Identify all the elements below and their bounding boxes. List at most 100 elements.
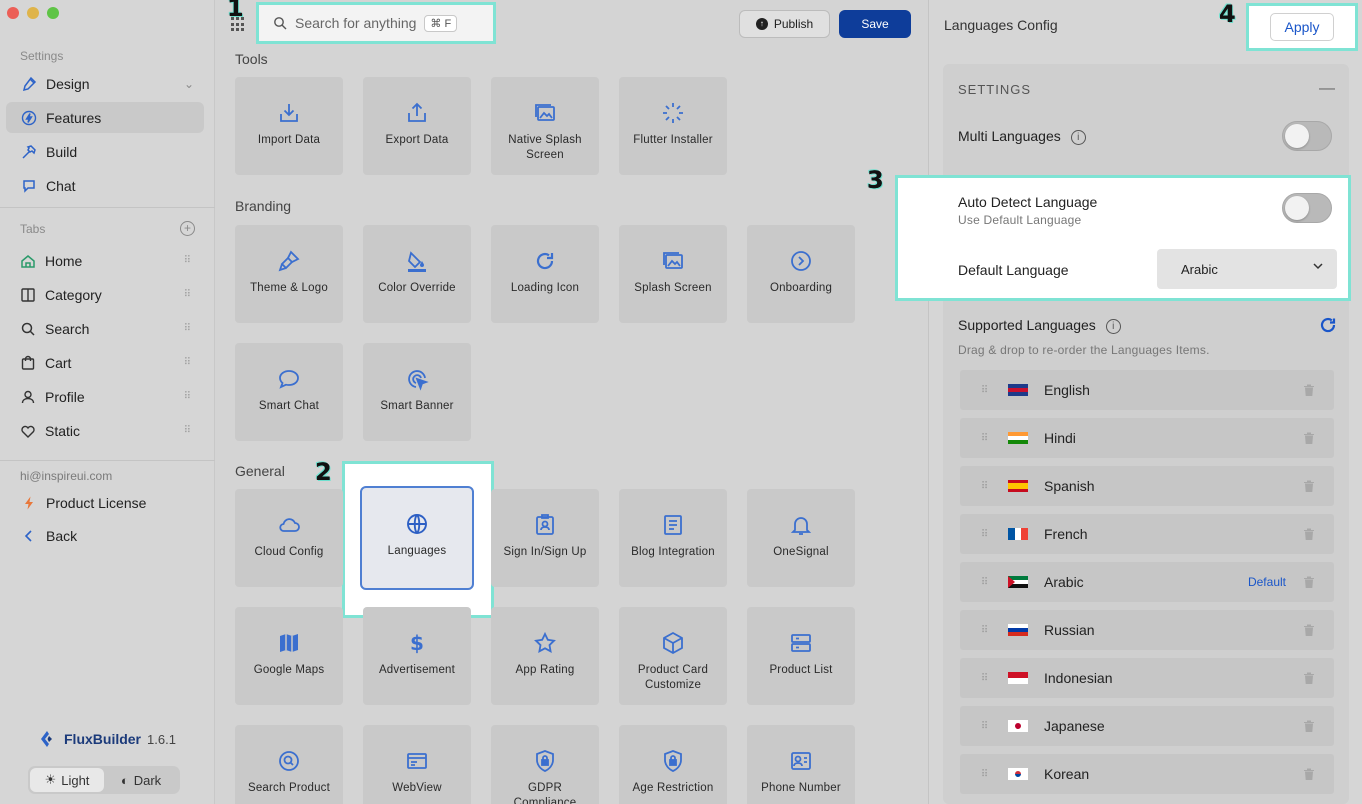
trash-icon[interactable] bbox=[1302, 575, 1316, 589]
tile-app-rating[interactable]: App Rating bbox=[491, 607, 599, 705]
drag-handle-icon[interactable]: ⠿ bbox=[960, 673, 1008, 684]
info-icon[interactable]: i bbox=[1105, 318, 1121, 334]
language-row-arabic[interactable]: ⠿ Arabic Default bbox=[960, 562, 1334, 602]
theme-light-button[interactable]: ☀ Light bbox=[30, 768, 104, 792]
language-row-french[interactable]: ⠿ French bbox=[960, 514, 1334, 554]
trash-icon[interactable] bbox=[1302, 671, 1316, 685]
drag-handle-icon[interactable]: ⠿ bbox=[960, 385, 1008, 396]
collapse-button[interactable]: — bbox=[1319, 80, 1335, 98]
minimize-window-button[interactable] bbox=[27, 7, 39, 19]
tile-loading-icon[interactable]: Loading Icon bbox=[491, 225, 599, 323]
tile-smart-chat[interactable]: Smart Chat bbox=[235, 343, 343, 441]
tile-advertisement[interactable]: $ Advertisement bbox=[363, 607, 471, 705]
tile-google-maps[interactable]: Google Maps bbox=[235, 607, 343, 705]
trash-icon[interactable] bbox=[1302, 383, 1316, 397]
drag-handle-icon[interactable]: ⠿ bbox=[184, 323, 191, 334]
publish-button[interactable]: ↑ Publish bbox=[739, 10, 830, 38]
tile-blog-integration[interactable]: Blog Integration bbox=[619, 489, 727, 587]
auto-detect-label: Auto Detect Language bbox=[958, 194, 1098, 210]
arabic-flag-icon bbox=[1008, 576, 1028, 588]
tile-gdpr-compliance[interactable]: GDPR Compliance bbox=[491, 725, 599, 804]
language-row-russian[interactable]: ⠿ Russian bbox=[960, 610, 1334, 650]
tab-item-static[interactable]: Static ⠿ bbox=[6, 415, 204, 446]
language-row-english[interactable]: ⠿ English bbox=[960, 370, 1334, 410]
refresh-icon[interactable] bbox=[1319, 316, 1337, 334]
chevron-down-icon bbox=[1313, 263, 1323, 270]
sidebar-item-design[interactable]: Design ⌄ bbox=[6, 68, 204, 99]
tile-sign-in-sign-up[interactable]: Sign In/Sign Up bbox=[491, 489, 599, 587]
tab-item-profile[interactable]: Profile ⠿ bbox=[6, 381, 204, 412]
default-language-select[interactable]: Arabic bbox=[1157, 249, 1337, 289]
theme-dark-label: Dark bbox=[133, 772, 162, 788]
tile-languages[interactable]: Languages bbox=[360, 486, 474, 590]
auto-detect-toggle[interactable] bbox=[1282, 193, 1332, 223]
tile-theme-logo[interactable]: Theme & Logo bbox=[235, 225, 343, 323]
trash-icon[interactable] bbox=[1302, 767, 1316, 781]
tile-age-restriction[interactable]: Age Restriction bbox=[619, 725, 727, 804]
tile-phone-number[interactable]: Phone Number bbox=[747, 725, 855, 804]
multi-languages-toggle[interactable] bbox=[1282, 121, 1332, 151]
tab-item-search[interactable]: Search ⠿ bbox=[6, 313, 204, 344]
language-row-japanese[interactable]: ⠿ Japanese bbox=[960, 706, 1334, 746]
product-license-link[interactable]: Product License bbox=[6, 487, 204, 518]
drag-handle-icon[interactable]: ⠿ bbox=[184, 255, 191, 266]
add-tab-button[interactable]: + bbox=[180, 221, 195, 236]
drag-handle-icon[interactable]: ⠿ bbox=[960, 577, 1008, 588]
tab-item-home[interactable]: Home ⠿ bbox=[6, 245, 204, 276]
tile-webview[interactable]: WebView bbox=[363, 725, 471, 804]
tile-native-splash-screen[interactable]: Native Splash Screen bbox=[491, 77, 599, 175]
language-row-indonesian[interactable]: ⠿ Indonesian bbox=[960, 658, 1334, 698]
drag-handle-icon[interactable]: ⠿ bbox=[960, 433, 1008, 444]
sidebar-item-label: Features bbox=[46, 109, 102, 126]
drag-handle-icon[interactable]: ⠿ bbox=[184, 391, 191, 402]
server-list-icon bbox=[789, 631, 813, 655]
zoom-window-button[interactable] bbox=[47, 7, 59, 19]
sidebar-item-features[interactable]: Features bbox=[6, 102, 204, 133]
tile-label: GDPR Compliance bbox=[513, 782, 577, 804]
tab-item-cart[interactable]: Cart ⠿ bbox=[6, 347, 204, 378]
tile-label: Splash Screen bbox=[634, 282, 712, 294]
apply-button[interactable]: Apply bbox=[1270, 13, 1334, 41]
trash-icon[interactable] bbox=[1302, 527, 1316, 541]
trash-icon[interactable] bbox=[1302, 719, 1316, 733]
tile-label: Import Data bbox=[257, 134, 321, 146]
language-row-spanish[interactable]: ⠿ Spanish bbox=[960, 466, 1334, 506]
close-window-button[interactable] bbox=[7, 7, 19, 19]
theme-dark-button[interactable]: ◐ Dark bbox=[104, 768, 178, 792]
info-icon[interactable]: i bbox=[1070, 129, 1086, 145]
tile-label: Onboarding bbox=[769, 282, 833, 294]
drag-handle-icon[interactable]: ⠿ bbox=[960, 625, 1008, 636]
tile-cloud-config[interactable]: Cloud Config bbox=[235, 489, 343, 587]
sidebar-item-build[interactable]: Build bbox=[6, 136, 204, 167]
language-row-korean[interactable]: ⠿ Korean bbox=[960, 754, 1334, 794]
tile-search-product[interactable]: Search Product bbox=[235, 725, 343, 804]
tile-export-data[interactable]: Export Data bbox=[363, 77, 471, 175]
tile-onesignal[interactable]: OneSignal bbox=[747, 489, 855, 587]
search-input[interactable]: Search for anything ⌘ F bbox=[256, 2, 496, 44]
trash-icon[interactable] bbox=[1302, 431, 1316, 445]
tile-onboarding[interactable]: Onboarding bbox=[747, 225, 855, 323]
tile-product-list[interactable]: Product List bbox=[747, 607, 855, 705]
drag-handle-icon[interactable]: ⠿ bbox=[184, 357, 191, 368]
tab-item-category[interactable]: Category ⠿ bbox=[6, 279, 204, 310]
tile-color-override[interactable]: Color Override bbox=[363, 225, 471, 323]
language-row-hindi[interactable]: ⠿ Hindi bbox=[960, 418, 1334, 458]
tile-import-data[interactable]: Import Data bbox=[235, 77, 343, 175]
drag-handle-icon[interactable]: ⠿ bbox=[960, 769, 1008, 780]
drag-handle-icon[interactable]: ⠿ bbox=[184, 425, 191, 436]
chevron-down-icon[interactable]: ⌄ bbox=[184, 77, 194, 91]
save-button[interactable]: Save bbox=[839, 10, 911, 38]
drag-handle-icon[interactable]: ⠿ bbox=[184, 289, 191, 300]
theme-toggle: ☀ Light ◐ Dark bbox=[28, 766, 180, 794]
drag-handle-icon[interactable]: ⠿ bbox=[960, 721, 1008, 732]
tile-product-card-customize[interactable]: Product Card Customize bbox=[619, 607, 727, 705]
tile-flutter-installer[interactable]: Flutter Installer bbox=[619, 77, 727, 175]
sidebar-item-chat[interactable]: Chat bbox=[6, 170, 204, 201]
drag-handle-icon[interactable]: ⠿ bbox=[960, 481, 1008, 492]
trash-icon[interactable] bbox=[1302, 623, 1316, 637]
tile-splash-screen[interactable]: Splash Screen bbox=[619, 225, 727, 323]
back-link[interactable]: Back bbox=[6, 520, 204, 551]
drag-handle-icon[interactable]: ⠿ bbox=[960, 529, 1008, 540]
tile-smart-banner[interactable]: Smart Banner bbox=[363, 343, 471, 441]
trash-icon[interactable] bbox=[1302, 479, 1316, 493]
